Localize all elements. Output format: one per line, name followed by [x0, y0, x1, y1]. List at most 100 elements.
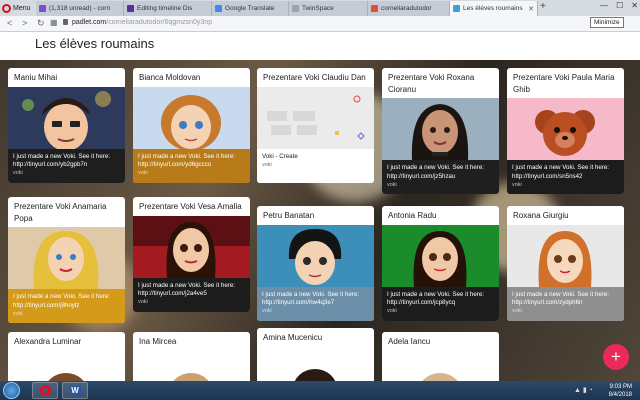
voki-avatar-image [382, 98, 499, 161]
post-text: I just made a new Voki. See it here: htt… [13, 293, 110, 309]
browser-tab[interactable]: Editing timeline Dis [124, 1, 212, 16]
post-title: Prezentare Voki Roxana Cioranu [388, 73, 475, 94]
post-link-preview[interactable]: I just made a new Voki. See it here: htt… [133, 148, 250, 183]
browser-tab[interactable]: Google Translate [212, 1, 289, 16]
post-link-preview[interactable]: I just made a new Voki. See it here: htt… [382, 286, 499, 321]
post-source: voki [262, 308, 272, 315]
post-text: I just made a new Voki. See it here: htt… [262, 290, 359, 306]
opera-icon [39, 385, 51, 396]
browser-tab[interactable]: TwinSpace [289, 1, 368, 16]
post-source: voki [138, 299, 148, 306]
post-card[interactable]: Prezentare Voki Claudiu Dan Voki - Creat… [257, 68, 374, 183]
post-source: voki [262, 161, 272, 168]
clock-time: 9:03 PM [609, 384, 632, 390]
google-translate-icon [215, 5, 222, 12]
post-title: Adela Iancu [388, 337, 431, 346]
voki-create-preview [257, 86, 374, 149]
post-card[interactable]: Ina Mircea [133, 332, 250, 381]
voki-avatar-image [133, 86, 250, 149]
post-title: Prezentare Voki Claudiu Dan [263, 73, 366, 82]
voki-avatar-image [507, 98, 624, 161]
windows-taskbar: W ▲ ▮ ◔ 9:03 PM 8/4/2018 [0, 381, 640, 400]
post-text: I just made a new Voki. See it here: htt… [512, 290, 609, 306]
avatar-illustration [8, 227, 125, 290]
twinspace-icon [292, 5, 299, 12]
post-link-preview[interactable]: I just made a new Voki. See it here: htt… [257, 286, 374, 321]
post-card[interactable]: Roxana Giurgiu I just made a new Voki. S… [507, 206, 624, 321]
post-card[interactable]: Prezentare Voki Vesa Amalia I just made … [133, 197, 250, 312]
post-source: voki [138, 170, 148, 177]
post-text: I just made a new Voki. See it here: htt… [13, 152, 110, 168]
url-path: /corneliaradutodor/6qgmzsn0y3np [106, 19, 213, 26]
forward-icon[interactable]: > [22, 18, 27, 28]
post-title: Antonia Radu [388, 211, 437, 220]
minimize-tooltip: Minimize [590, 17, 624, 28]
post-link-preview[interactable]: I just made a new Voki. See it here: htt… [8, 148, 125, 183]
post-card[interactable]: Amina Mucenicu [257, 328, 374, 381]
browser-tab-label: corneliaradutodor [381, 5, 432, 12]
browser-menu-label: Menu [13, 4, 31, 12]
post-card[interactable]: Prezentare Voki Roxana Cioranu I just ma… [382, 68, 499, 195]
post-card[interactable]: Bianca Moldovan I just made a new Voki. … [133, 68, 250, 183]
browser-tab-label: (1,318 unread) - corn [49, 5, 111, 12]
browser-tab[interactable]: (1,318 unread) - corn [36, 1, 124, 16]
post-text: I just made a new Voki. See it here: htt… [387, 290, 484, 306]
avatar-illustration [257, 224, 374, 287]
maximize-icon[interactable]: ☐ [616, 1, 623, 10]
post-link-preview[interactable]: I just made a new Voki. See it here: htt… [507, 286, 624, 321]
speed-dial-icon[interactable]: ▦ [50, 18, 58, 27]
post-source: voki [512, 308, 522, 315]
post-card[interactable]: Alexandra Luminar [8, 332, 125, 381]
url-field[interactable]: padlet.com/corneliaradutodor/6qgmzsn0y3n… [72, 19, 212, 26]
voki-avatar-image [507, 224, 624, 287]
post-text: Voki - Create [262, 152, 298, 160]
word-taskbar-icon[interactable]: W [62, 382, 88, 399]
post-card[interactable]: Adela Iancu [382, 332, 499, 381]
post-card[interactable]: Antonia Radu I just made a new Voki. See… [382, 206, 499, 321]
post-title: Ina Mircea [139, 337, 177, 346]
post-card[interactable]: Maniu Mihai I just made a new Voki. See … [8, 68, 125, 183]
avatar-illustration [382, 98, 499, 161]
browser-tab-strip: Menu (1,318 unread) - corn Editing timel… [0, 0, 640, 16]
browser-tab-active[interactable]: Les élèves roumains ✕ [450, 1, 538, 16]
minimize-icon[interactable]: — [600, 1, 608, 10]
avatar-illustration [8, 86, 125, 149]
system-tray-icons[interactable]: ▲ ▮ ◔ [574, 386, 593, 394]
post-link-preview[interactable]: I just made a new Voki. See it here: htt… [507, 160, 624, 195]
post-link-preview[interactable]: I just made a new Voki. See it here: htt… [133, 277, 250, 312]
post-link-preview[interactable]: Voki - Create voki [257, 148, 374, 183]
voki-avatar-image [257, 224, 374, 287]
reload-icon[interactable]: ↻ [37, 18, 45, 29]
taskbar-clock[interactable]: 9:03 PM 8/4/2018 [609, 383, 632, 399]
post-title: Prezentare Voki Vesa Amalia [139, 202, 242, 211]
new-tab-icon[interactable]: + [540, 1, 546, 12]
browser-menu-button[interactable]: Menu [2, 1, 34, 15]
clock-date: 8/4/2018 [608, 392, 632, 399]
voki-avatar-image [8, 86, 125, 149]
post-text: I just made a new Voki. See it here: htt… [138, 152, 235, 168]
close-window-icon[interactable]: ✕ [631, 1, 638, 10]
start-button[interactable] [3, 382, 20, 399]
post-link-preview[interactable]: I just made a new Voki. See it here: htt… [8, 289, 125, 324]
padlet-icon [453, 5, 460, 12]
padlet-page: Les élèves roumains Maniu Mihai I just m… [0, 32, 640, 381]
avatar-illustration [133, 86, 250, 149]
add-post-button[interactable]: + [603, 344, 629, 370]
opera-taskbar-icon[interactable] [32, 382, 58, 399]
avatar-illustration [422, 372, 458, 381]
back-icon[interactable]: < [7, 18, 12, 28]
post-link-preview[interactable]: I just made a new Voki. See it here: htt… [382, 160, 499, 195]
post-text: I just made a new Voki. See it here: htt… [138, 281, 235, 297]
browser-tab-label: TwinSpace [302, 5, 334, 12]
avatar-illustration [507, 98, 624, 161]
post-card[interactable]: Prezentare Voki Paula Maria Ghib I just … [507, 68, 624, 195]
post-title: Alexandra Luminar [14, 337, 82, 346]
lock-icon [63, 19, 68, 25]
post-card[interactable]: Petru Banatan I just made a new Voki. Se… [257, 206, 374, 321]
post-title: Maniu Mihai [14, 73, 58, 82]
close-tab-icon[interactable]: ✕ [528, 5, 534, 13]
voki-avatar-image [133, 215, 250, 278]
yahoo-mail-icon [39, 5, 46, 12]
post-card[interactable]: Prezentare Voki Anamaria Popa I just mad… [8, 197, 125, 324]
browser-tab[interactable]: corneliaradutodor [368, 1, 450, 16]
